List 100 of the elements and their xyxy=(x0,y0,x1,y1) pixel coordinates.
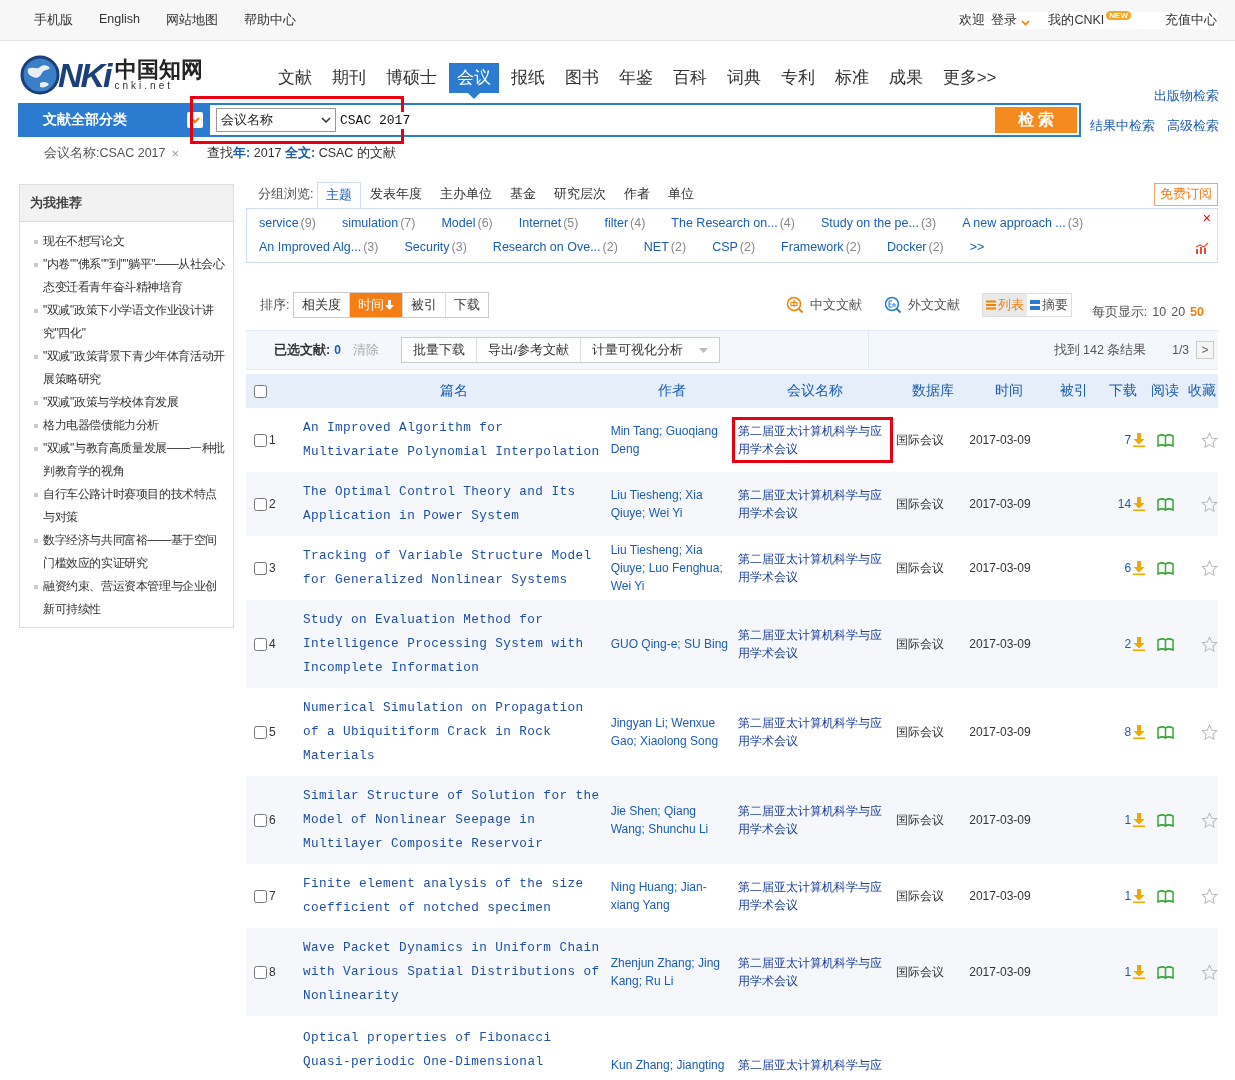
read-book-icon[interactable] xyxy=(1156,889,1174,903)
nav-tab[interactable]: 图书 xyxy=(557,63,607,93)
download-icon[interactable] xyxy=(1133,813,1146,827)
chart-icon[interactable] xyxy=(1195,242,1209,254)
conference-link[interactable]: 第二届亚太计算机科学与应用学术会议 xyxy=(731,417,894,463)
download-icon[interactable] xyxy=(1133,889,1146,903)
nav-tab[interactable]: 词典 xyxy=(719,63,769,93)
group-tab[interactable]: 发表年度 xyxy=(361,181,432,208)
nav-tab[interactable]: 报纸 xyxy=(503,63,553,93)
author-link[interactable]: Liu Tiesheng; Xia Qiuye; Wei Yi xyxy=(610,486,733,522)
topic-link[interactable]: Security (3) xyxy=(404,240,467,255)
group-tab[interactable]: 作者 xyxy=(615,181,660,208)
group-tab[interactable]: 研究层次 xyxy=(545,181,616,208)
author-link[interactable]: GUO Qing-e; SU Bing xyxy=(610,635,728,653)
recommended-link[interactable]: "双减"与教育高质量发展——一种批判教育学的视角 xyxy=(43,437,225,483)
nav-tab[interactable]: 年鉴 xyxy=(611,63,661,93)
author-link[interactable]: Jie Shen; Qiang Wang; Shunchu Li xyxy=(610,802,733,838)
author-link[interactable]: Jingyan Li; Wenxue Gao; Xiaolong Song xyxy=(610,714,733,750)
group-tab[interactable]: 单位 xyxy=(659,181,704,208)
row-checkbox[interactable] xyxy=(254,813,267,827)
nav-tab[interactable]: 成果 xyxy=(881,63,931,93)
my-cnki-link[interactable]: 我的CNKI xyxy=(1048,11,1105,29)
download-icon[interactable] xyxy=(1133,433,1146,447)
author-link[interactable]: Zhenjun Zhang; Jing Kang; Ru Li xyxy=(610,954,733,990)
paper-title-link[interactable]: Similar Structure of Solution for the Model of Nonlinear Seepage in Multilayer Composite Reservoir xyxy=(302,784,605,856)
nav-tab[interactable]: 百科 xyxy=(665,63,715,93)
nav-tab[interactable]: 文献 xyxy=(270,63,320,93)
down-arrow-icon[interactable] xyxy=(385,300,395,310)
top-link[interactable]: 手机版 xyxy=(34,11,73,29)
topic-link[interactable]: Research on Ove... (2) xyxy=(492,240,618,255)
search-bar[interactable]: 会议名称 CSAC 2017 检 索 xyxy=(208,103,1081,137)
foreign-search-icon[interactable] xyxy=(883,296,902,314)
read-book-icon[interactable] xyxy=(1156,497,1174,511)
nav-tab[interactable]: 专利 xyxy=(773,63,823,93)
per-page-option[interactable]: 10 xyxy=(1152,305,1167,319)
recommended-link[interactable]: 融资约束、营运资本管理与企业创新可持续性 xyxy=(43,575,225,621)
recommended-link[interactable]: 数字经济与共同富裕——基于空间门槛效应的实证研究 xyxy=(43,529,225,575)
star-icon[interactable] xyxy=(1201,635,1218,653)
read-book-icon[interactable] xyxy=(1156,965,1174,979)
conference-link[interactable]: 第二届亚太计算机科学与应用学术会议 xyxy=(731,873,894,919)
author-link[interactable]: Kun Zhang; Jiangting xyxy=(611,1057,725,1073)
recommended-link[interactable]: "双减"政策背景下青少年体育活动开展策略研究 xyxy=(43,345,225,391)
recommended-link[interactable]: 现在不想写论文 xyxy=(43,230,125,253)
recharge-link[interactable]: 充值中心 xyxy=(1165,11,1217,29)
row-checkbox[interactable] xyxy=(254,637,267,651)
conference-link[interactable]: 第二届亚太计算机科学与应用学术会议 xyxy=(731,545,894,591)
row-checkbox[interactable] xyxy=(254,725,267,739)
category-dropdown[interactable]: 文献全部分类 xyxy=(18,103,208,137)
topic-link[interactable]: filter (4) xyxy=(604,216,646,231)
download-icon[interactable] xyxy=(1133,725,1146,739)
topic-link[interactable]: NET (2) xyxy=(643,240,687,255)
conference-link[interactable]: 第二届亚太计算机科学与应用学术会议 xyxy=(731,949,894,995)
star-icon[interactable] xyxy=(1201,559,1218,577)
paper-title-link[interactable]: The Optimal Control Theory and Its Application in Power System xyxy=(302,480,605,528)
top-link[interactable]: 网站地图 xyxy=(166,11,218,29)
download-icon[interactable] xyxy=(1133,637,1146,651)
group-tab[interactable]: 主题 xyxy=(317,182,362,209)
select-all-checkbox[interactable] xyxy=(254,384,267,398)
language-link[interactable]: 中文文献 xyxy=(809,296,862,314)
group-tab[interactable]: 主办单位 xyxy=(431,181,502,208)
topic-link[interactable]: service (9) xyxy=(259,216,316,231)
topic-link[interactable]: An Improved Alg... (3) xyxy=(259,240,379,255)
conference-link[interactable]: 第二届亚太计算机科学与应用学术会议 xyxy=(731,709,894,755)
topic-link[interactable]: Docker (2) xyxy=(886,240,944,255)
language-link[interactable]: 外文文献 xyxy=(907,296,960,314)
download-icon[interactable] xyxy=(1133,497,1146,511)
nav-tab[interactable]: 更多>> xyxy=(935,63,1005,93)
download-icon[interactable] xyxy=(1133,965,1146,979)
paper-title-link[interactable]: Finite element analysis of the size coefficient of notched specimen xyxy=(302,872,605,920)
author-link[interactable]: Ning Huang; Jian-xiang Yang xyxy=(610,878,733,914)
row-checkbox[interactable] xyxy=(254,497,267,511)
search-link[interactable]: 结果中检索 xyxy=(1090,117,1155,135)
star-icon[interactable] xyxy=(1201,811,1218,829)
row-checkbox[interactable] xyxy=(254,433,267,447)
row-checkbox[interactable] xyxy=(254,561,267,575)
star-icon[interactable] xyxy=(1201,495,1218,513)
row-checkbox[interactable] xyxy=(254,965,267,979)
download-icon[interactable] xyxy=(1133,561,1146,575)
close-button[interactable]: × xyxy=(1202,210,1211,226)
read-book-icon[interactable] xyxy=(1156,561,1174,575)
paper-title-link[interactable]: Numerical Simulation on Propagation of a Ubiquitiform Crack in Rock Materials xyxy=(302,696,605,768)
group-tab[interactable]: 基金 xyxy=(501,181,546,208)
conference-link[interactable]: 第二届亚太计算机科学与应用学术会议 xyxy=(731,797,894,843)
topic-link[interactable]: Model (6) xyxy=(441,216,493,231)
recommended-link[interactable]: 格力电器偿债能力分析 xyxy=(43,414,159,437)
topic-link[interactable]: Framework (2) xyxy=(781,240,861,255)
topic-link[interactable]: Internet (5) xyxy=(518,216,579,231)
per-page-option[interactable]: 20 xyxy=(1171,305,1186,319)
nav-tab[interactable]: 标准 xyxy=(827,63,877,93)
publication-search-link[interactable]: 出版物检索 xyxy=(1154,87,1219,105)
top-link[interactable]: English xyxy=(99,11,140,29)
paper-title-link[interactable]: Optical properties of Fibonacci Quasi-periodic One-Dimensional xyxy=(303,1026,605,1074)
star-icon[interactable] xyxy=(1201,431,1218,449)
caret-icon[interactable] xyxy=(321,117,331,123)
author-link[interactable]: Liu Tiesheng; Xia Qiuye; Luo Fenghua; Wei Yi xyxy=(610,541,733,595)
topic-link[interactable]: CSP (2) xyxy=(712,240,756,255)
read-book-icon[interactable] xyxy=(1156,813,1174,827)
paper-title-link[interactable]: An Improved Algorithm for Multivariate Polynomial Interpolation xyxy=(302,416,605,464)
search-link[interactable]: 高级检索 xyxy=(1167,117,1219,135)
list-icon[interactable] xyxy=(985,300,996,310)
